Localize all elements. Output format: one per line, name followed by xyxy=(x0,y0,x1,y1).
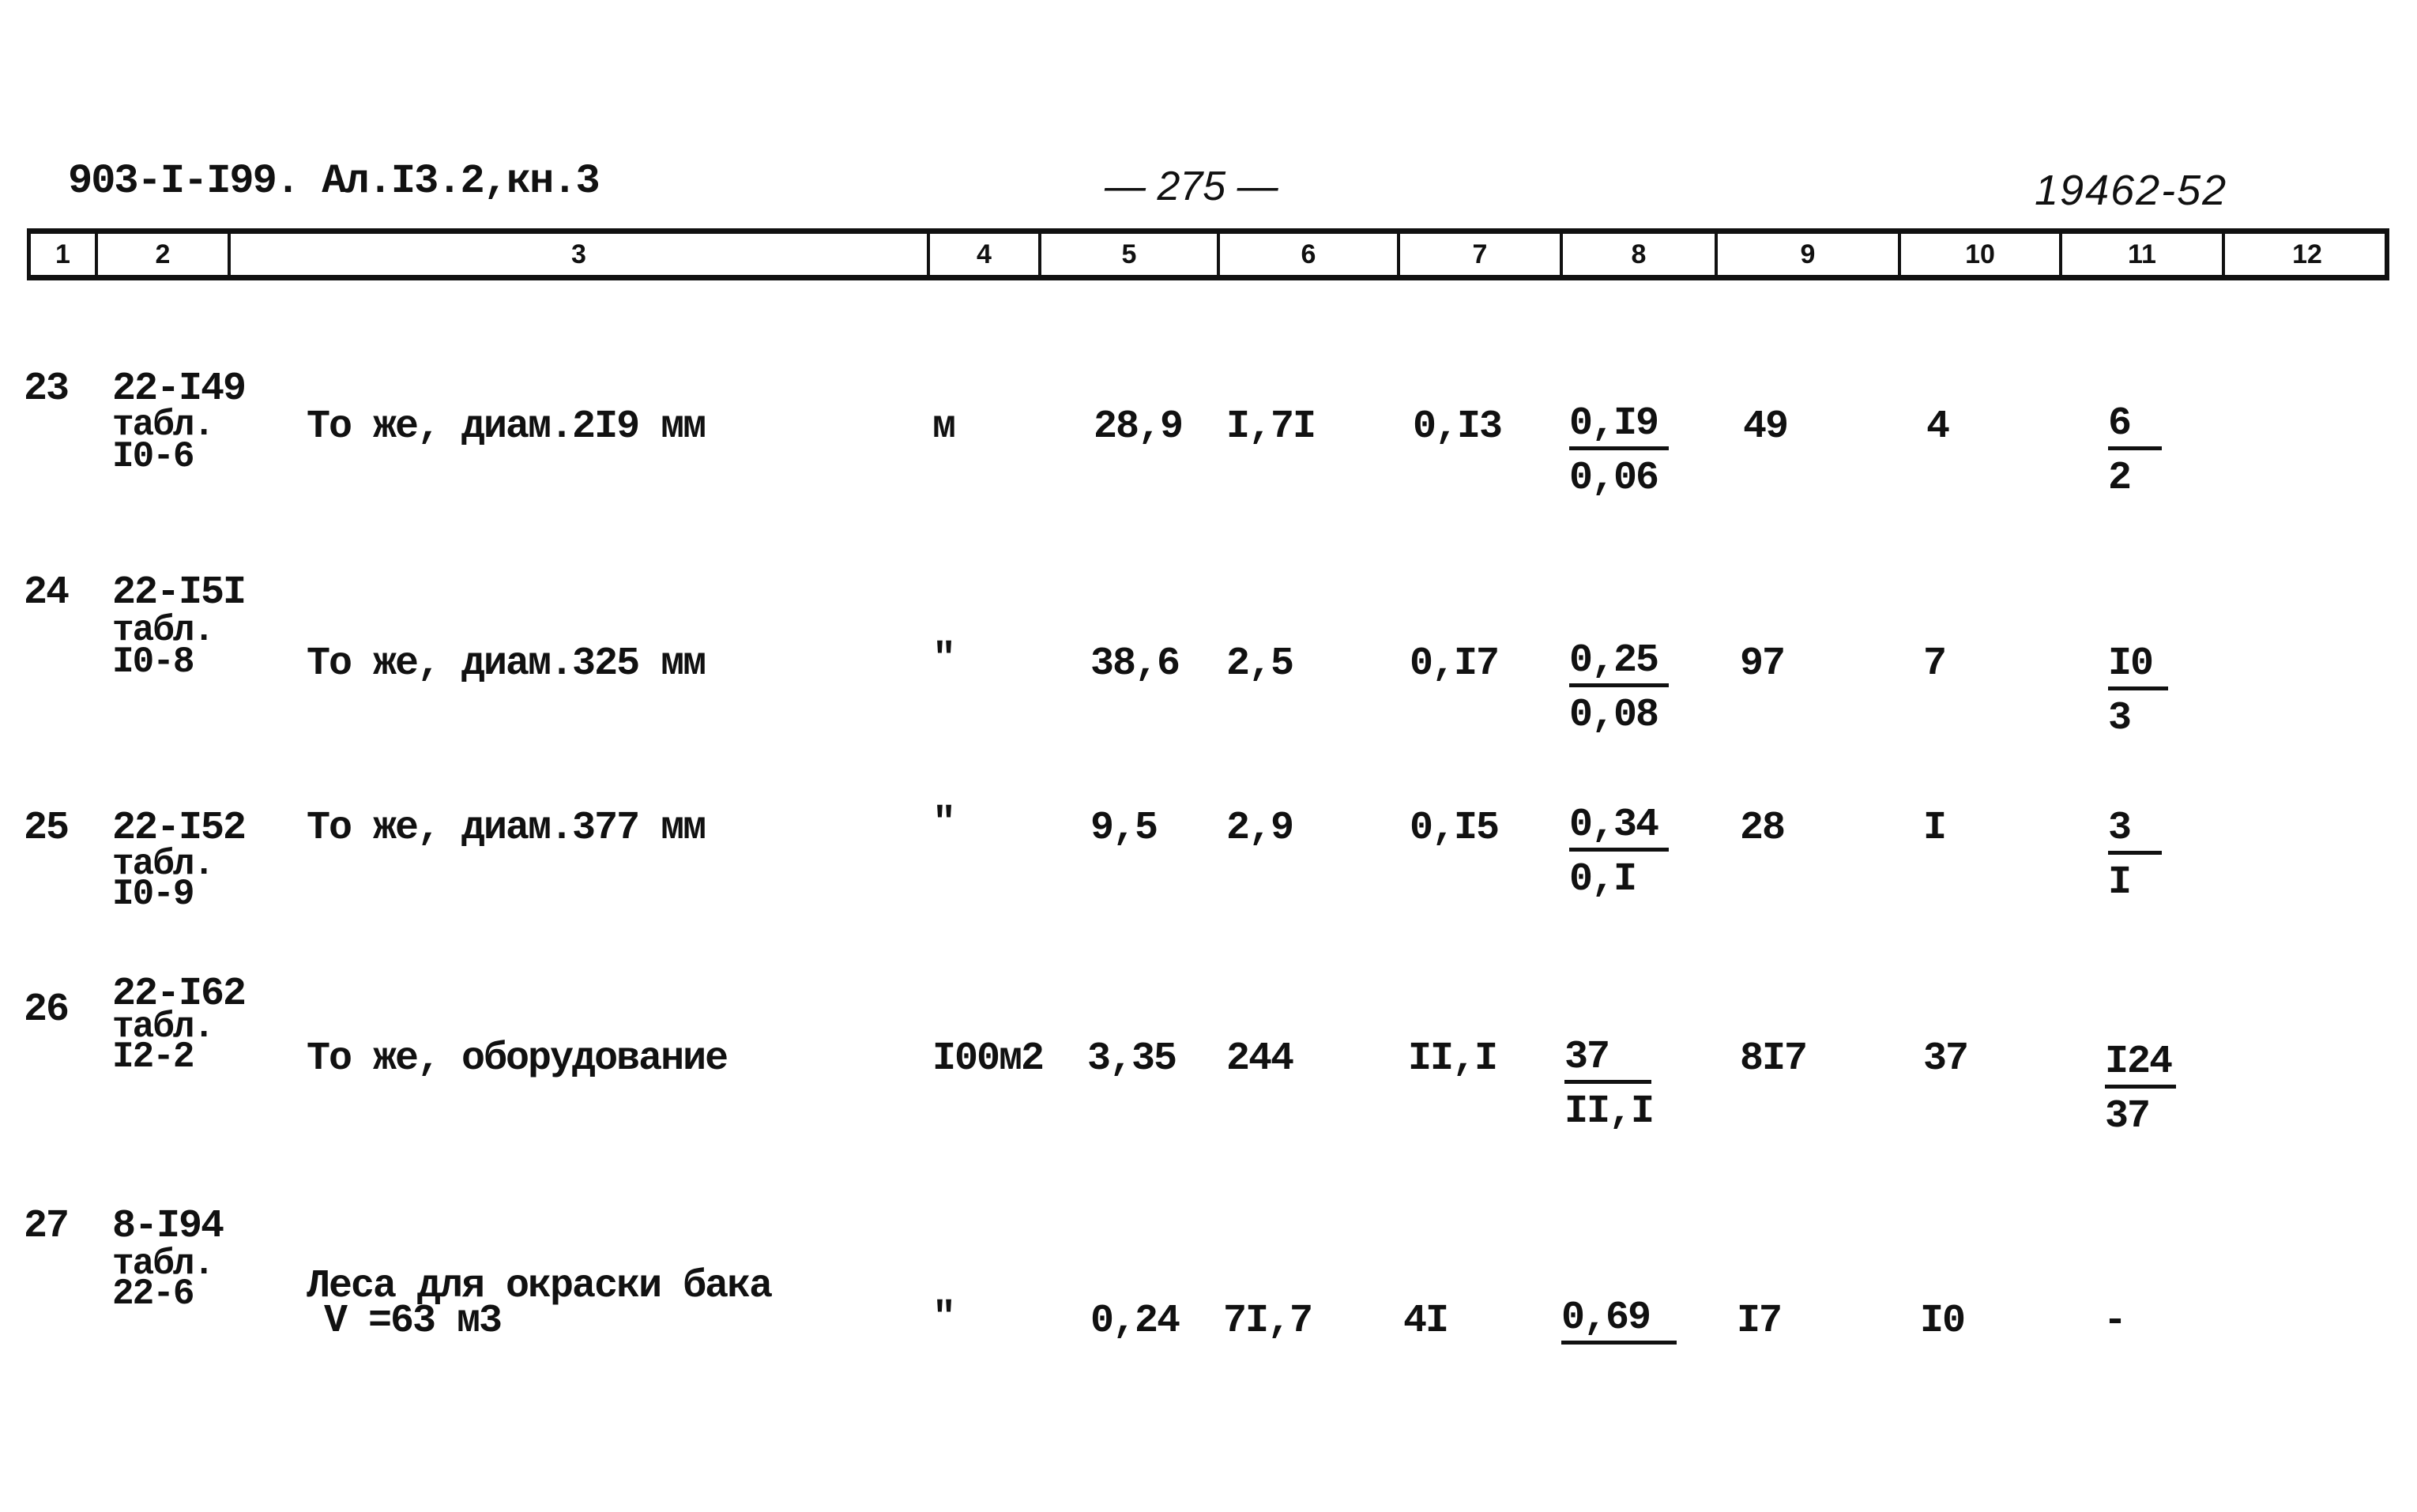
col9-value: 97 xyxy=(1740,641,1786,686)
unit: " xyxy=(932,801,956,846)
row-number: 24 xyxy=(24,570,70,615)
description: То же, диам.325 мм xyxy=(307,641,706,686)
col11-fraction: I0 3 xyxy=(2108,641,2169,743)
col7-value: 0,I7 xyxy=(1410,641,1500,686)
description: То же, диам.377 мм xyxy=(307,806,706,851)
col11-fraction: I24 37 xyxy=(2105,1040,2177,1141)
col6-value: I,7I xyxy=(1226,404,1316,449)
col11-denominator: 3 xyxy=(2108,696,2132,741)
column-header-1: 1 xyxy=(31,234,98,275)
col9-value: 28 xyxy=(1740,806,1786,851)
unit: I00м2 xyxy=(932,1036,1045,1081)
col10-value: 37 xyxy=(1923,1036,1969,1081)
unit: " xyxy=(932,1296,956,1341)
col11-numerator: 6 xyxy=(2108,402,2163,450)
col9-value: I7 xyxy=(1737,1299,1783,1344)
column-header-11: 11 xyxy=(2062,234,2225,275)
row-number: 25 xyxy=(24,806,70,851)
column-header-12: 12 xyxy=(2292,239,2322,269)
description: То же, диам.2I9 мм xyxy=(307,404,706,449)
column-header-10: 10 xyxy=(1901,234,2062,275)
col8-fraction: 0,69 xyxy=(1561,1296,1677,1345)
column-header-5: 5 xyxy=(1041,234,1220,275)
document-reference: 903-I-I99. Ал.I3.2,кн.3 xyxy=(68,158,600,205)
col10-value: I0 xyxy=(1920,1299,1966,1344)
description: То же, оборудование xyxy=(307,1036,728,1081)
norm-table-ref: I0-8 xyxy=(112,641,194,683)
column-header-8: 8 xyxy=(1563,234,1718,275)
unit: " xyxy=(932,637,956,682)
norm-table-ref: 22-6 xyxy=(112,1273,194,1315)
col11-denominator: 37 xyxy=(2105,1094,2151,1139)
col8-numerator: 0,I9 xyxy=(1569,402,1670,450)
col9-value: 8I7 xyxy=(1740,1036,1808,1081)
col8-numerator: 0,25 xyxy=(1569,639,1670,687)
col6-value: 7I,7 xyxy=(1223,1299,1313,1344)
col10-value: 4 xyxy=(1926,404,1950,449)
col8-denominator: 0,06 xyxy=(1569,456,1659,501)
col11-numerator: I0 xyxy=(2108,642,2169,690)
col7-value: 0,I3 xyxy=(1413,404,1503,449)
col5-value: 38,6 xyxy=(1090,641,1180,686)
column-header-7: 7 xyxy=(1400,234,1563,275)
norm-code: 22-I5I xyxy=(112,570,247,615)
row-number: 27 xyxy=(24,1204,70,1249)
col8-numerator: 0,69 xyxy=(1561,1296,1677,1345)
row-number: 23 xyxy=(24,367,70,412)
col6-value: 2,5 xyxy=(1226,641,1294,686)
column-header-2: 2 xyxy=(98,234,231,275)
col11-denominator: 2 xyxy=(2108,456,2132,501)
col10-value: 7 xyxy=(1923,641,1947,686)
col8-denominator: II,I xyxy=(1564,1089,1655,1134)
col11-denominator: I xyxy=(2108,860,2132,905)
document-code: 19462-52 xyxy=(2035,167,2228,214)
description-volume: V =63 м3 xyxy=(324,1299,503,1344)
norm-table-ref: I0-6 xyxy=(112,436,194,477)
col5-value: 3,35 xyxy=(1087,1036,1177,1081)
col8-denominator: 0,I xyxy=(1569,857,1637,902)
col5-value: 9,5 xyxy=(1090,806,1158,851)
column-header-3: 3 xyxy=(231,234,930,275)
col11-fraction: 6 2 xyxy=(2108,401,2163,502)
col8-numerator: 37 xyxy=(1564,1036,1652,1084)
col10-value: I xyxy=(1923,806,1947,851)
col11-fraction: 3 I xyxy=(2108,806,2163,907)
col9-value: 49 xyxy=(1743,404,1789,449)
col7-value: 4I xyxy=(1403,1299,1449,1344)
unit: м xyxy=(932,404,956,449)
col7-value: II,I xyxy=(1408,1036,1498,1081)
col8-fraction: 37 II,I xyxy=(1564,1035,1655,1136)
col8-fraction: 0,25 0,08 xyxy=(1569,638,1670,739)
row-number: 26 xyxy=(24,987,70,1032)
column-header-6: 6 xyxy=(1220,234,1400,275)
col11-value: - xyxy=(2103,1299,2127,1344)
norm-table-ref: I2-2 xyxy=(112,1036,194,1078)
col5-value: 0,24 xyxy=(1090,1299,1180,1344)
col11-numerator: 3 xyxy=(2108,807,2163,855)
col5-value: 28,9 xyxy=(1094,404,1184,449)
column-header-row: 1 2 3 4 5 6 7 8 9 10 11 12 xyxy=(27,228,2389,280)
page-number: — 275 — xyxy=(1105,164,1278,209)
column-header-4: 4 xyxy=(930,234,1041,275)
col11-numerator: I24 xyxy=(2105,1040,2177,1089)
col8-numerator: 0,34 xyxy=(1569,803,1670,852)
col8-fraction: 0,I9 0,06 xyxy=(1569,401,1670,502)
col6-value: 244 xyxy=(1226,1036,1294,1081)
col8-fraction: 0,34 0,I xyxy=(1569,803,1670,904)
col6-value: 2,9 xyxy=(1226,806,1294,851)
norm-code: 8-I94 xyxy=(112,1204,224,1249)
norm-table-ref: I0-9 xyxy=(112,874,194,915)
column-header-9: 9 xyxy=(1718,234,1901,275)
col8-denominator: 0,08 xyxy=(1569,693,1659,738)
col7-value: 0,I5 xyxy=(1410,806,1500,851)
